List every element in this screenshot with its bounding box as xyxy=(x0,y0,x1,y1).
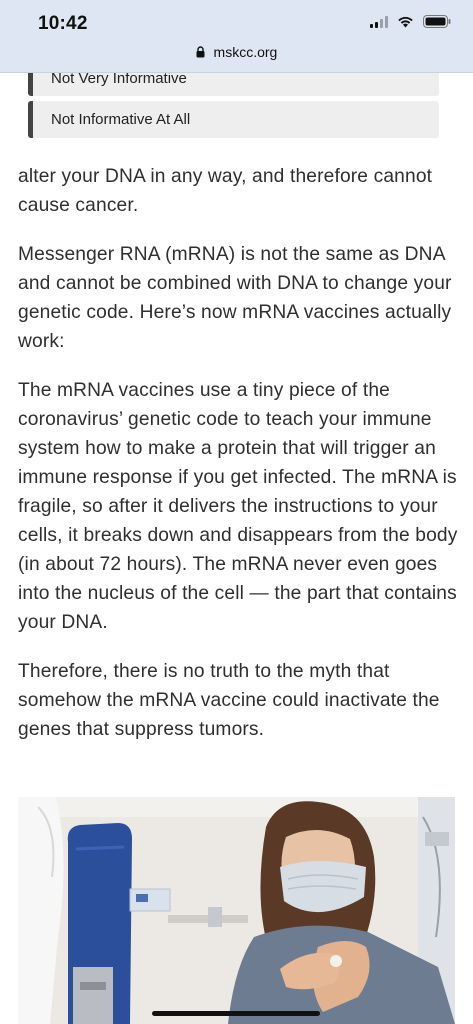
vaccine-photo-illustration xyxy=(18,797,455,1024)
screen: 10:42 mskcc.org Not Very Informative Not… xyxy=(0,0,473,1024)
home-indicator[interactable] xyxy=(152,1011,320,1016)
poll-option-not-informative-at-all[interactable]: Not Informative At All xyxy=(28,101,439,138)
url-text: mskcc.org xyxy=(213,44,278,60)
poll-option-label: Not Informative At All xyxy=(51,111,191,128)
lock-icon xyxy=(196,46,205,58)
url-bar[interactable]: mskcc.org xyxy=(0,44,473,60)
status-icons xyxy=(370,15,451,28)
article-body: alter your DNA in any way, and therefore… xyxy=(18,162,458,764)
battery-icon xyxy=(423,15,451,28)
wifi-icon xyxy=(398,16,413,27)
article-paragraph: Therefore, there is no truth to the myth… xyxy=(18,661,440,740)
cellular-signal-icon xyxy=(370,15,388,28)
article-paragraph: The mRNA vaccines use a tiny piece of th… xyxy=(18,380,458,633)
browser-top-bar: 10:42 mskcc.org xyxy=(0,0,473,73)
status-time: 10:42 xyxy=(38,13,88,34)
article-paragraph: alter your DNA in any way, and therefore… xyxy=(18,166,433,216)
article-paragraph: Messenger RNA (mRNA) is not the same as … xyxy=(18,244,452,352)
article-photo[interactable] xyxy=(18,797,455,1024)
